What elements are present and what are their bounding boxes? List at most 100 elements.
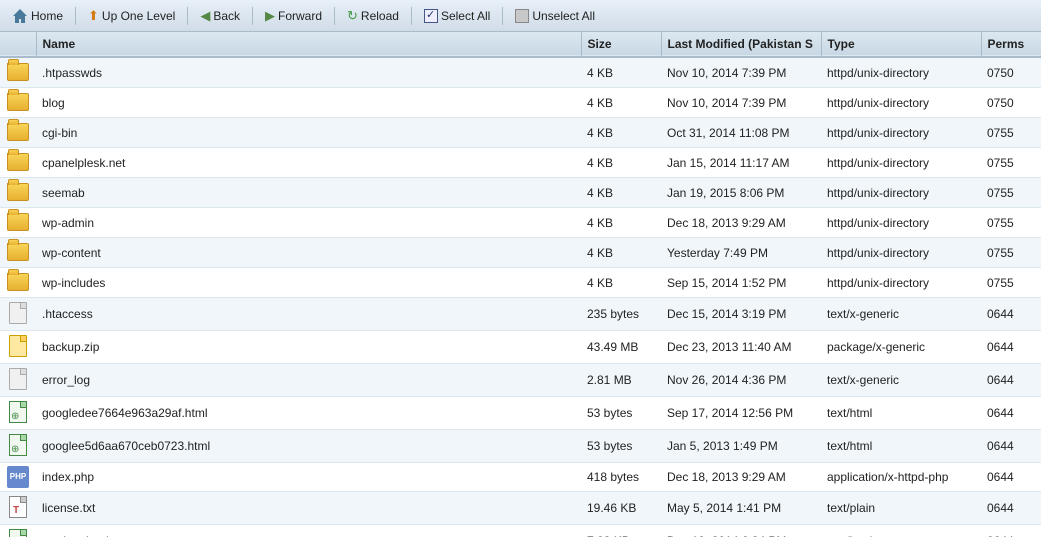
uplevel-label: Up One Level [102,9,175,23]
file-modified: Sep 17, 2014 12:56 PM [661,397,821,430]
file-name[interactable]: wp-content [36,238,581,268]
file-size: 53 bytes [581,430,661,463]
folder-icon [7,243,29,261]
selectall-icon: ✓ [424,9,438,23]
html-icon [9,401,27,423]
file-size: 4 KB [581,208,661,238]
table-row[interactable]: cgi-bin4 KBOct 31, 2014 11:08 PMhttpd/un… [0,118,1041,148]
separator-3 [252,7,253,25]
file-generic-icon [9,368,27,390]
table-row[interactable]: PHPindex.php418 bytesDec 18, 2013 9:29 A… [0,463,1041,492]
file-modified: Oct 31, 2014 11:08 PM [661,118,821,148]
separator-6 [502,7,503,25]
file-perms: 0755 [981,208,1041,238]
file-name[interactable]: wp-admin [36,208,581,238]
file-name[interactable]: googledee7664e963a29af.html [36,397,581,430]
file-name[interactable]: backup.zip [36,331,581,364]
file-perms: 0750 [981,88,1041,118]
file-name[interactable]: cgi-bin [36,118,581,148]
uplevel-button[interactable]: ⬆ Up One Level [82,6,181,26]
table-row[interactable]: readme.html7.02 KBDec 19, 2014 6:24 PMte… [0,525,1041,537]
file-size: 4 KB [581,178,661,208]
header-perms[interactable]: Perms [981,32,1041,57]
file-name[interactable]: cpanelplesk.net [36,148,581,178]
file-name[interactable]: blog [36,88,581,118]
reload-button[interactable]: ↻ Reload [341,6,405,26]
folder-icon [7,273,29,291]
toolbar: Home ⬆ Up One Level ◀ Back ▶ Forward ↻ R… [0,0,1041,32]
file-modified: Nov 10, 2014 7:39 PM [661,88,821,118]
table-row[interactable]: .htpasswds4 KBNov 10, 2014 7:39 PMhttpd/… [0,57,1041,88]
table-row[interactable]: cpanelplesk.net4 KBJan 15, 2014 11:17 AM… [0,148,1041,178]
file-table: Name Size Last Modified (Pakistan S Type… [0,32,1041,537]
zip-icon [9,335,27,357]
table-row[interactable]: license.txt19.46 KBMay 5, 2014 1:41 PMte… [0,492,1041,525]
header-name[interactable]: Name [36,32,581,57]
reload-label: Reload [361,9,399,23]
table-row[interactable]: blog4 KBNov 10, 2014 7:39 PMhttpd/unix-d… [0,88,1041,118]
file-perms: 0755 [981,178,1041,208]
file-perms: 0644 [981,525,1041,537]
selectall-label: Select All [441,9,490,23]
forward-icon: ▶ [265,8,275,24]
unselectall-icon [515,9,529,23]
table-row[interactable]: wp-admin4 KBDec 18, 2013 9:29 AMhttpd/un… [0,208,1041,238]
folder-icon [7,153,29,171]
file-modified: Dec 15, 2014 3:19 PM [661,298,821,331]
table-row[interactable]: googledee7664e963a29af.html53 bytesSep 1… [0,397,1041,430]
file-name[interactable]: license.txt [36,492,581,525]
table-row[interactable]: googlee5d6aa670ceb0723.html53 bytesJan 5… [0,430,1041,463]
file-name[interactable]: readme.html [36,525,581,537]
file-size: 4 KB [581,57,661,88]
separator-2 [187,7,188,25]
file-type: application/x-httpd-php [821,463,981,492]
table-row[interactable]: .htaccess235 bytesDec 15, 2014 3:19 PMte… [0,298,1041,331]
separator-4 [334,7,335,25]
unselectall-button[interactable]: Unselect All [509,7,601,25]
file-modified: Dec 18, 2013 9:29 AM [661,463,821,492]
file-name[interactable]: index.php [36,463,581,492]
file-generic-icon [9,302,27,324]
folder-icon [7,183,29,201]
file-perms: 0755 [981,118,1041,148]
file-perms: 0750 [981,57,1041,88]
file-modified: Jan 19, 2015 8:06 PM [661,178,821,208]
file-icon-cell [0,208,36,238]
home-icon [12,8,28,24]
table-row[interactable]: backup.zip43.49 MBDec 23, 2013 11:40 AMp… [0,331,1041,364]
file-name[interactable]: wp-includes [36,268,581,298]
file-perms: 0644 [981,430,1041,463]
file-perms: 0755 [981,268,1041,298]
file-name[interactable]: .htpasswds [36,57,581,88]
file-modified: Jan 5, 2013 1:49 PM [661,430,821,463]
back-button[interactable]: ◀ Back [194,6,246,26]
file-icon-cell [0,492,36,525]
header-size[interactable]: Size [581,32,661,57]
file-name[interactable]: .htaccess [36,298,581,331]
file-modified: Nov 10, 2014 7:39 PM [661,57,821,88]
file-list-container[interactable]: Name Size Last Modified (Pakistan S Type… [0,32,1041,537]
file-size: 4 KB [581,268,661,298]
file-name[interactable]: seemab [36,178,581,208]
table-row[interactable]: error_log2.81 MBNov 26, 2014 4:36 PMtext… [0,364,1041,397]
file-icon-cell [0,178,36,208]
separator-5 [411,7,412,25]
file-name[interactable]: googlee5d6aa670ceb0723.html [36,430,581,463]
forward-button[interactable]: ▶ Forward [259,6,328,26]
separator-1 [75,7,76,25]
reload-icon: ↻ [347,8,358,24]
folder-icon [7,63,29,81]
file-modified: May 5, 2014 1:41 PM [661,492,821,525]
header-modified[interactable]: Last Modified (Pakistan S [661,32,821,57]
header-type[interactable]: Type [821,32,981,57]
file-name[interactable]: error_log [36,364,581,397]
file-size: 19.46 KB [581,492,661,525]
table-row[interactable]: wp-includes4 KBSep 15, 2014 1:52 PMhttpd… [0,268,1041,298]
table-row[interactable]: seemab4 KBJan 19, 2015 8:06 PMhttpd/unix… [0,178,1041,208]
selectall-button[interactable]: ✓ Select All [418,7,496,25]
table-row[interactable]: wp-content4 KBYesterday 7:49 PMhttpd/uni… [0,238,1041,268]
file-type: httpd/unix-directory [821,118,981,148]
home-button[interactable]: Home [6,6,69,26]
home-label: Home [31,9,63,23]
file-icon-cell [0,331,36,364]
